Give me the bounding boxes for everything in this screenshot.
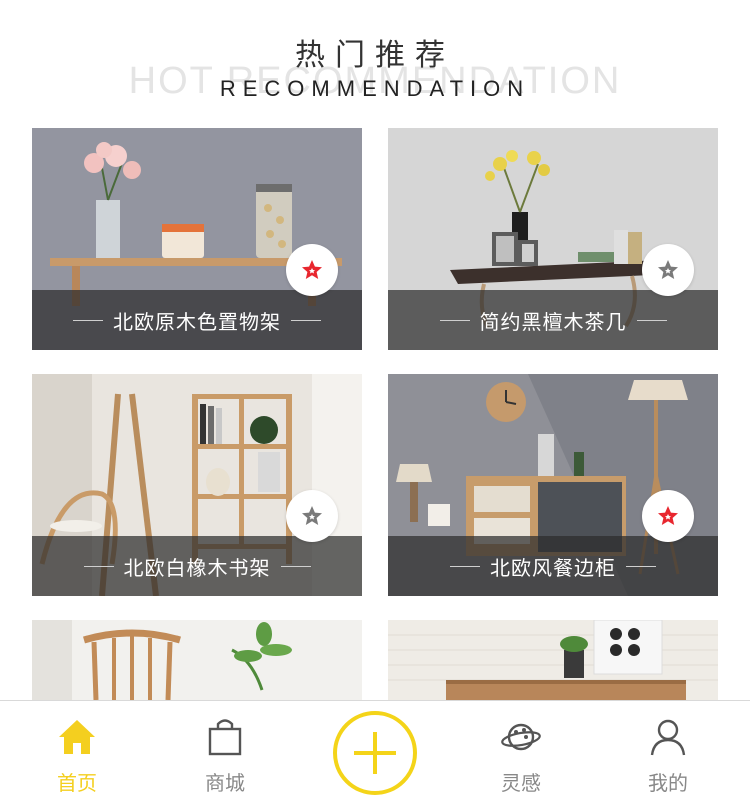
home-icon bbox=[59, 720, 95, 754]
caption-divider-left bbox=[83, 565, 114, 567]
product-card[interactable] bbox=[32, 620, 362, 700]
product-name: 北欧原木色置物架 bbox=[113, 309, 281, 334]
product-caption: 北欧原木色置物架 bbox=[32, 290, 362, 350]
tab-label: 商城 bbox=[205, 771, 245, 795]
star-filled-icon bbox=[658, 506, 678, 525]
star-outline-icon bbox=[658, 260, 678, 279]
tab-label: 首页 bbox=[57, 771, 97, 795]
product-caption: 北欧白橡木书架 bbox=[32, 536, 362, 596]
product-card[interactable]: 简约黑檀木茶几 bbox=[388, 128, 718, 350]
product-name: 北欧白橡木书架 bbox=[123, 555, 271, 580]
product-caption: 北欧风餐边柜 bbox=[388, 536, 718, 596]
caption-divider-left bbox=[450, 565, 480, 567]
user-icon bbox=[650, 719, 686, 756]
product-card[interactable]: 北欧原木色置物架 bbox=[32, 128, 362, 350]
planet-icon bbox=[501, 723, 541, 751]
plus-icon bbox=[354, 732, 396, 774]
caption-divider-left bbox=[439, 319, 470, 321]
tab-profile[interactable]: 我的 bbox=[593, 701, 743, 798]
product-caption: 简约黑檀木茶几 bbox=[388, 290, 718, 350]
tab-label: 我的 bbox=[648, 771, 688, 795]
caption-divider-right bbox=[636, 319, 667, 321]
product-grid: 北欧原木色置物架 简约黑檀木茶几 北欧白橡木书架 北欧风餐边柜 bbox=[0, 0, 750, 700]
shopping-bag-icon bbox=[208, 719, 242, 756]
product-image bbox=[388, 620, 718, 700]
add-button[interactable] bbox=[333, 711, 417, 795]
product-card[interactable] bbox=[388, 620, 718, 700]
bottom-tab-bar: 首页 商城 灵感 我的 bbox=[0, 700, 750, 798]
product-card[interactable]: 北欧白橡木书架 bbox=[32, 374, 362, 596]
favorite-button[interactable] bbox=[286, 244, 338, 296]
caption-divider-right bbox=[291, 319, 321, 321]
tab-inspiration[interactable]: 灵感 bbox=[446, 701, 596, 798]
caption-divider-right bbox=[626, 565, 656, 567]
favorite-button[interactable] bbox=[642, 490, 694, 542]
caption-divider-right bbox=[280, 565, 311, 567]
product-card[interactable]: 北欧风餐边柜 bbox=[388, 374, 718, 596]
product-image bbox=[32, 620, 362, 700]
tab-mall[interactable]: 商城 bbox=[150, 701, 300, 798]
star-outline-icon bbox=[302, 506, 322, 525]
product-name: 北欧风餐边柜 bbox=[490, 555, 616, 580]
caption-divider-left bbox=[73, 319, 103, 321]
star-filled-icon bbox=[302, 260, 322, 279]
favorite-button[interactable] bbox=[286, 490, 338, 542]
product-name: 简约黑檀木茶几 bbox=[479, 309, 627, 334]
tab-home[interactable]: 首页 bbox=[2, 701, 152, 798]
tab-label: 灵感 bbox=[501, 771, 541, 795]
favorite-button[interactable] bbox=[642, 244, 694, 296]
